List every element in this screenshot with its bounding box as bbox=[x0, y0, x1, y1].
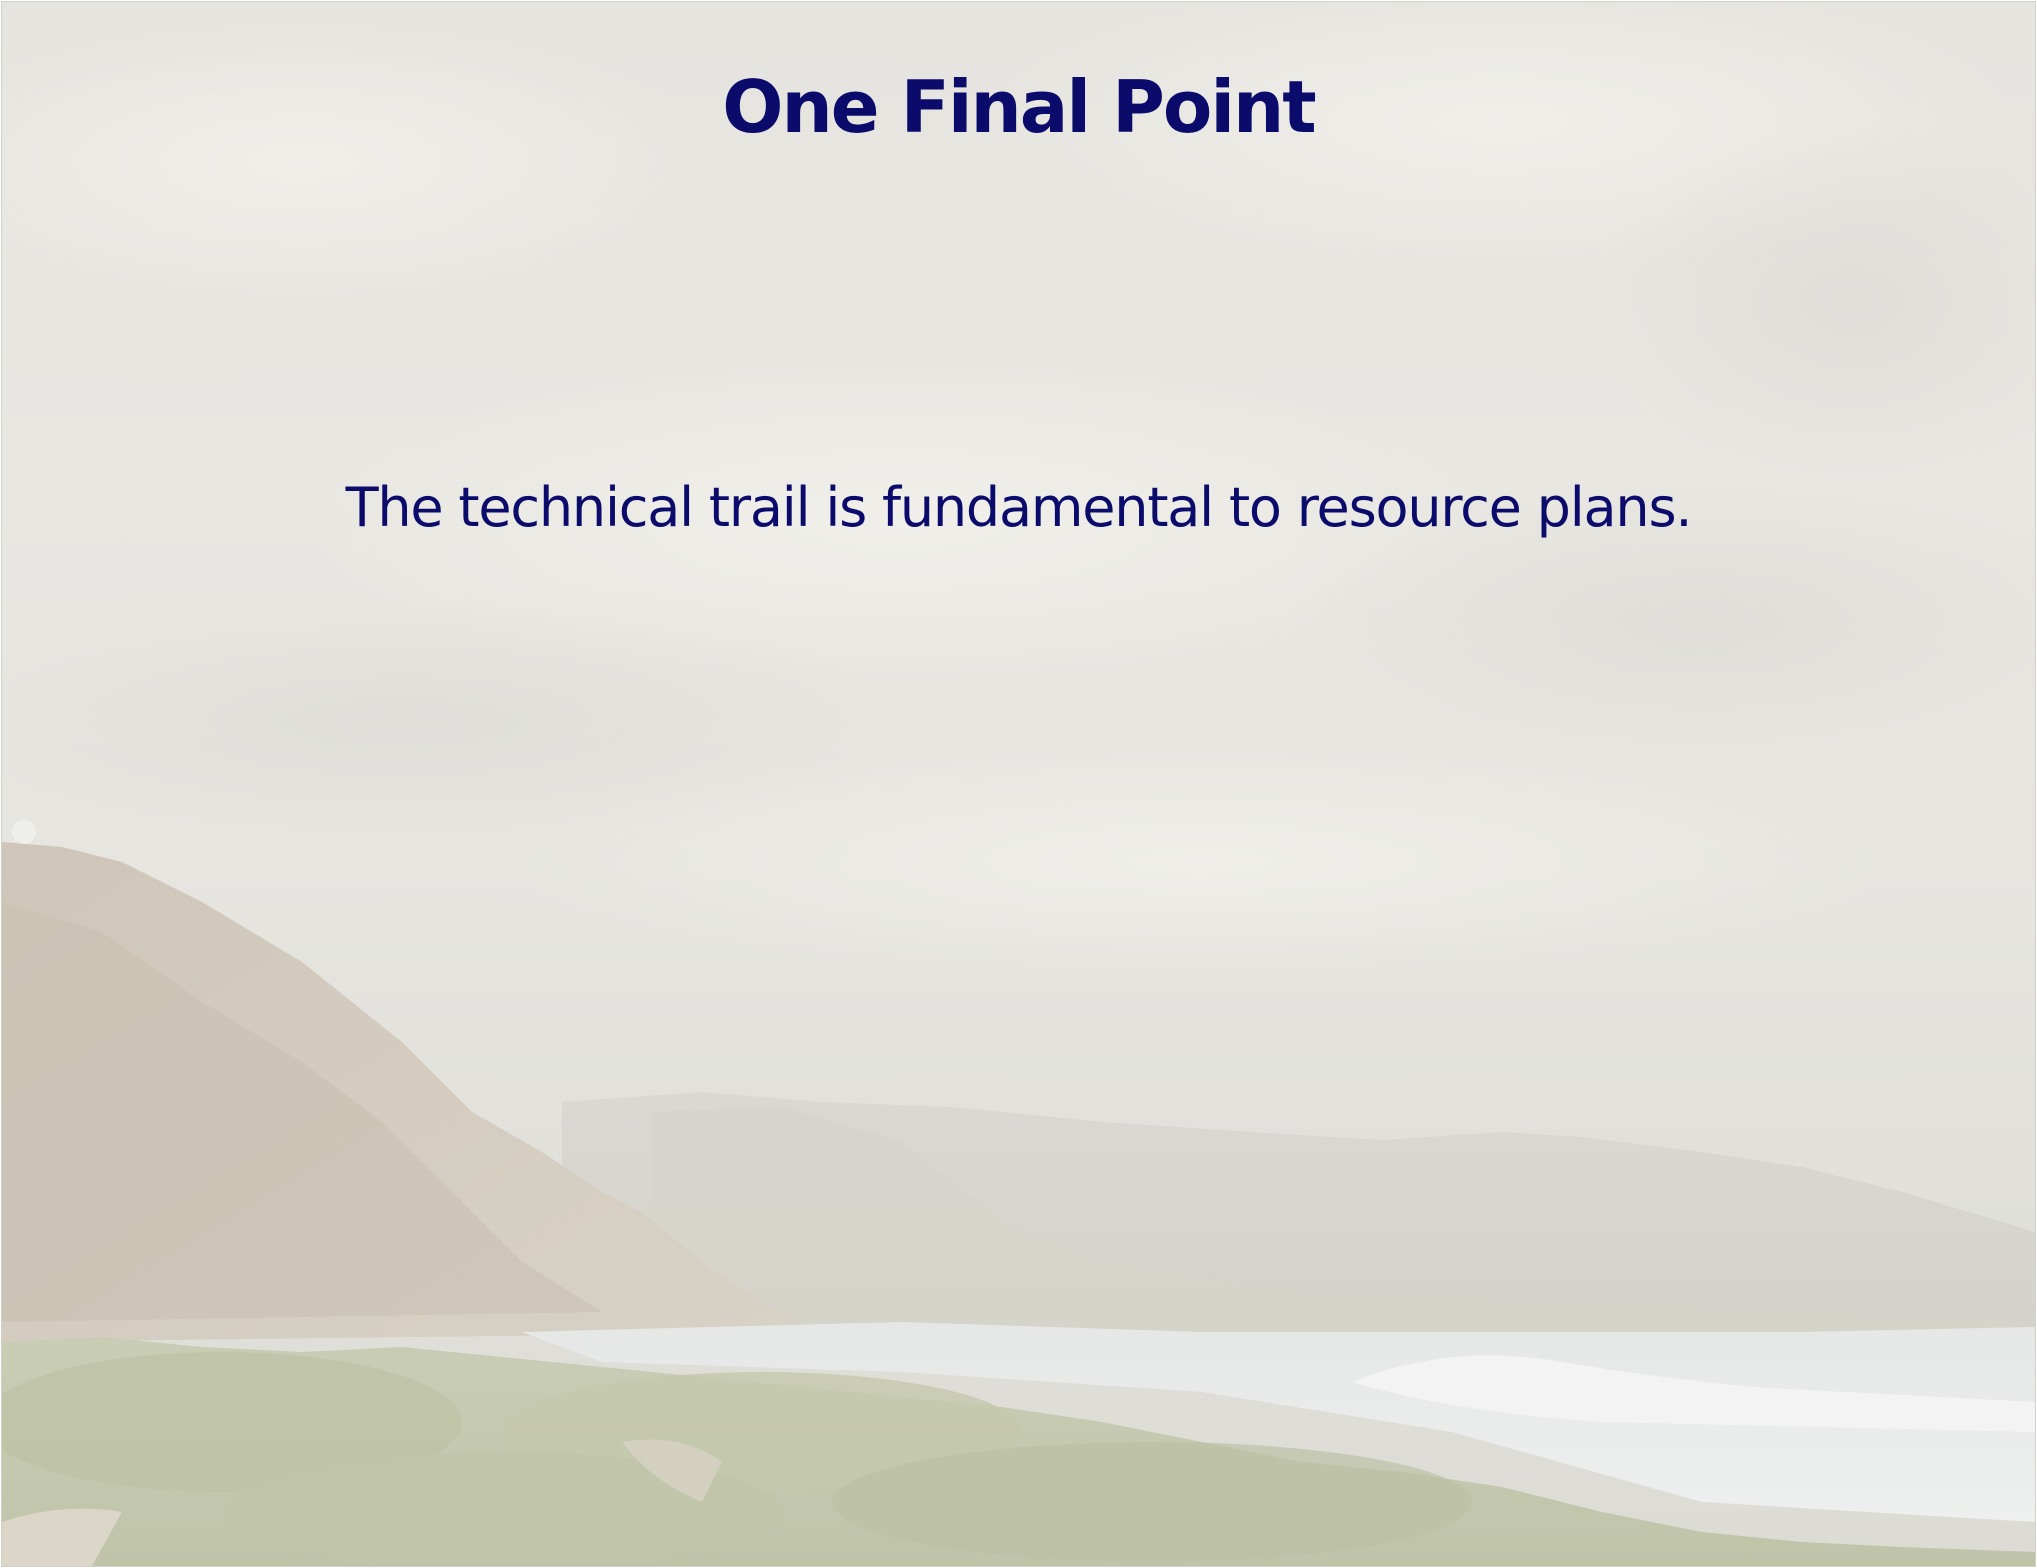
slide: One Final Point The technical trail is f… bbox=[1, 1, 2036, 1567]
slide-title: One Final Point bbox=[722, 65, 1316, 149]
landscape-background-image bbox=[2, 2, 2035, 1566]
slide-body-text: The technical trail is fundamental to re… bbox=[345, 476, 1693, 539]
